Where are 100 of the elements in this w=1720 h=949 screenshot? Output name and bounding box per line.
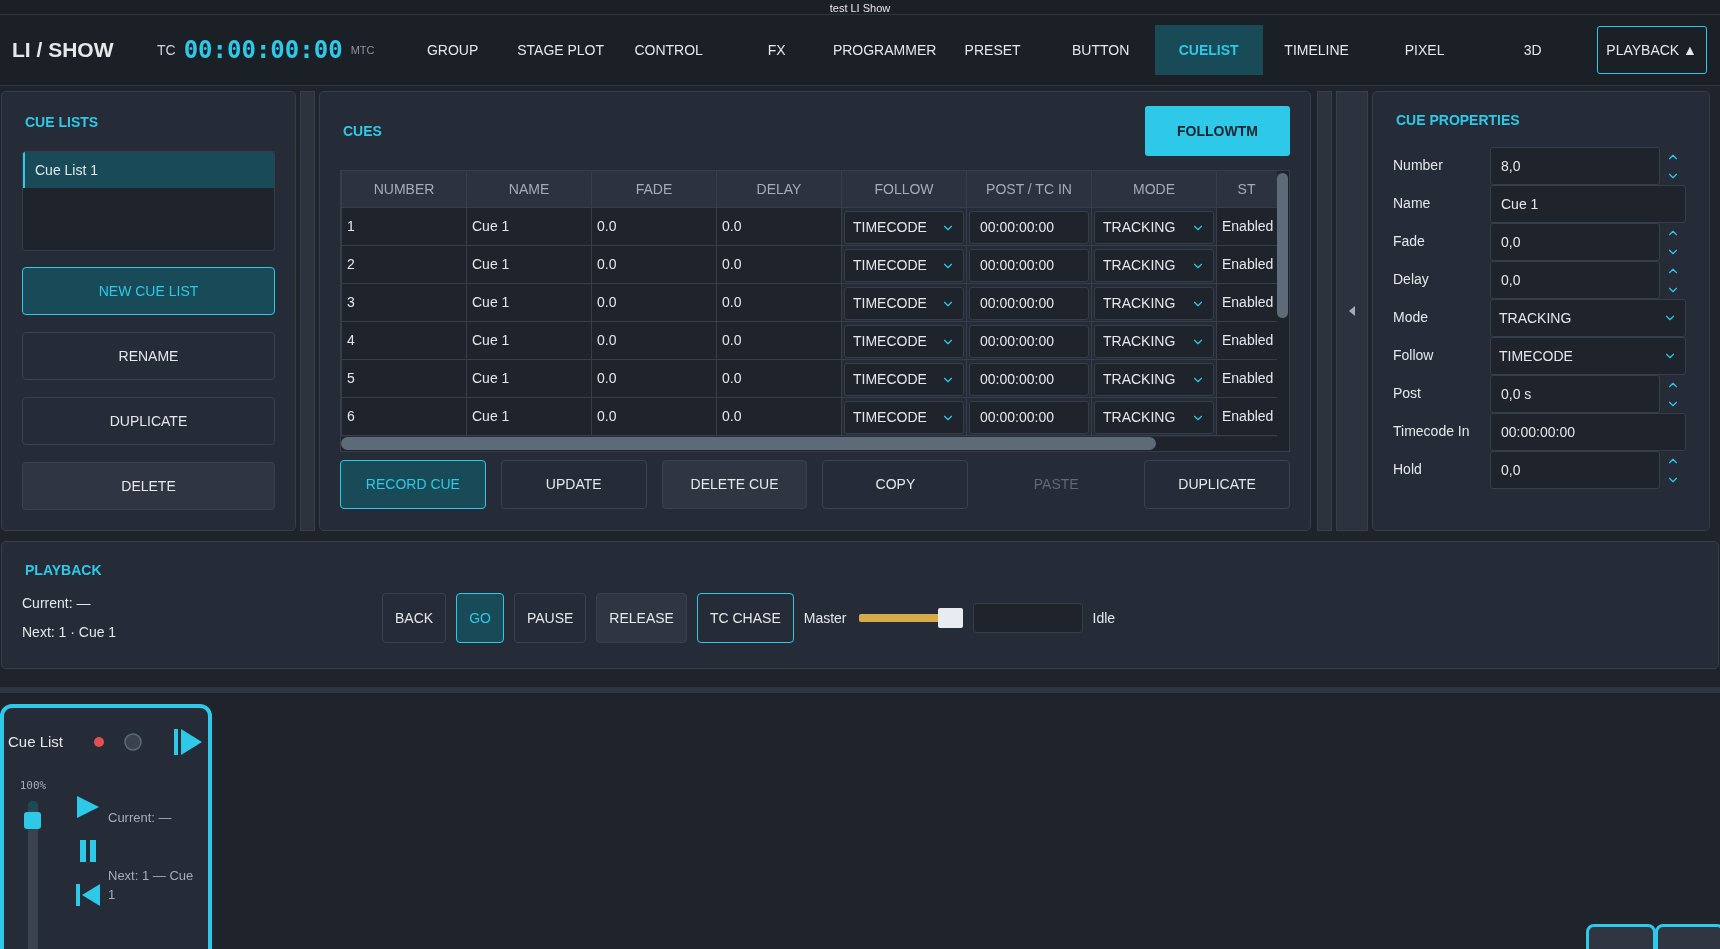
number-field[interactable]: 8,0 (1490, 147, 1660, 185)
table-cell: Enabled (1216, 208, 1277, 245)
table-cell: 1 (341, 208, 466, 245)
table-cell: 0.0 (716, 398, 841, 435)
cue-action-button[interactable]: DUPLICATE (1144, 460, 1290, 509)
cell-select[interactable]: TRACKING (1094, 211, 1214, 244)
skip-back-icon[interactable] (76, 884, 100, 906)
field-label: Follow (1393, 346, 1435, 365)
transport-button[interactable]: RELEASE (596, 593, 687, 643)
cue-list-action-button[interactable]: RENAME (22, 332, 275, 380)
field-label: Number (1393, 156, 1444, 175)
nav-tab[interactable]: GROUP (398, 25, 507, 75)
output-field[interactable] (972, 603, 1083, 633)
collapse-toggle[interactable] (1336, 91, 1368, 531)
field-label: Hold (1393, 460, 1423, 479)
nav-tab[interactable]: PROGRAMMER (830, 25, 939, 75)
cue-action-button[interactable]: UPDATE (500, 460, 647, 509)
column-header: FADE (591, 171, 716, 207)
nav-tab[interactable]: BUTTON (1046, 25, 1155, 75)
field-label: Delay (1393, 270, 1430, 289)
cell-input[interactable]: 00:00:00:00 (969, 401, 1089, 434)
nav-tab[interactable]: CONTROL (614, 25, 723, 75)
next-cue-icon[interactable] (174, 728, 202, 756)
table-cell: 0.0 (716, 360, 841, 397)
cell-select[interactable]: TIMECODE (844, 325, 964, 358)
play-icon[interactable] (77, 796, 99, 818)
playback-toggle-button[interactable]: PLAYBACK ▲ (1596, 26, 1707, 74)
table-cell: 0.0 (716, 284, 841, 321)
next-cue-text: Next: 1 · Cue 1 (22, 623, 118, 642)
table-cell: 0.0 (716, 322, 841, 359)
cell-select[interactable]: TIMECODE (844, 363, 964, 396)
field-label: Name (1393, 194, 1432, 213)
cell-input[interactable]: 00:00:00:00 (969, 325, 1089, 358)
splitter-handle[interactable] (1317, 91, 1332, 531)
horizontal-scrollbar[interactable] (341, 437, 1289, 451)
field-label: Timecode In (1393, 422, 1471, 441)
cue-list-action-button[interactable]: DUPLICATE (22, 397, 275, 445)
cell-select[interactable]: TRACKING (1094, 363, 1214, 396)
nav-tab[interactable]: CUELIST (1154, 25, 1263, 75)
cue-action-button[interactable]: RECORD CUE (340, 460, 486, 509)
splitter-handle[interactable] (300, 91, 315, 531)
text-field[interactable]: Cue 1 (1490, 185, 1686, 223)
nav-tab[interactable]: TIMELINE (1262, 25, 1371, 75)
cue-action-button[interactable]: DELETE CUE (661, 460, 808, 509)
table-cell: 0.0 (716, 208, 841, 245)
table-cell: 0.0 (591, 398, 716, 435)
number-field[interactable]: 0,0 s (1490, 375, 1660, 413)
vertical-scrollbar[interactable] (1277, 171, 1289, 437)
text-field[interactable]: 00:00:00:00 (1490, 413, 1686, 451)
nav-tab[interactable]: PRESET (938, 25, 1047, 75)
table-cell: Cue 1 (466, 284, 591, 321)
cell-select[interactable]: TIMECODE (844, 211, 964, 244)
cell-select[interactable]: TIMECODE (844, 287, 964, 320)
cell-select[interactable]: TIMECODE (844, 249, 964, 282)
cue-list-action-button[interactable]: DELETE (22, 462, 275, 510)
number-field[interactable]: 0,0 (1490, 261, 1660, 299)
cell-input[interactable]: 00:00:00:00 (969, 249, 1089, 282)
nav-tab[interactable]: PIXEL (1370, 25, 1479, 75)
cue-action-button[interactable]: COPY (822, 460, 969, 509)
cell-select[interactable]: TRACKING (1094, 287, 1214, 320)
nav-tab[interactable]: STAGE PLOT (506, 25, 615, 75)
select-field[interactable]: TRACKING (1490, 299, 1686, 337)
table-cell: 3 (341, 284, 466, 321)
cell-select[interactable]: TRACKING (1094, 325, 1214, 358)
column-header: FOLLOW (841, 171, 966, 207)
master-slider[interactable] (858, 608, 961, 628)
transport-button[interactable]: TC CHASE (696, 593, 794, 643)
transport-button[interactable]: BACK (382, 593, 447, 643)
nav-tab[interactable]: FX (722, 25, 831, 75)
cue-list-item[interactable]: Cue List 1 (23, 152, 274, 188)
transport-button[interactable]: GO (456, 593, 504, 643)
select-field[interactable]: TIMECODE (1490, 337, 1686, 375)
follow-button[interactable]: FOLLOWTM (1145, 106, 1290, 156)
transport-button[interactable]: PAUSE (513, 593, 587, 643)
tc-label: TC (157, 40, 176, 60)
cell-input[interactable]: 00:00:00:00 (969, 287, 1089, 320)
fader-value: 100% (19, 778, 47, 794)
panel-title: CUE PROPERTIES (1396, 111, 1521, 130)
table-cell: 0.0 (591, 322, 716, 359)
table-cell: Cue 1 (466, 360, 591, 397)
column-header: MODE (1091, 171, 1216, 207)
current-cue-text: Current: — (22, 594, 92, 613)
cell-select[interactable]: TIMECODE (844, 401, 964, 434)
circle-button-icon[interactable] (124, 733, 142, 751)
cell-select[interactable]: TRACKING (1094, 249, 1214, 282)
cue-list-widget[interactable]: Cue List 100% Current: — Next: 1 — Cue 1 (0, 704, 212, 949)
timecode-display: 00:00:00:00 (183, 35, 343, 66)
cue-list-action-button[interactable]: NEW CUE LIST (22, 267, 275, 315)
table-cell: 6 (341, 398, 466, 435)
cell-select[interactable]: TRACKING (1094, 401, 1214, 434)
number-field[interactable]: 0,0 (1490, 451, 1660, 489)
table-cell: Enabled (1216, 246, 1277, 283)
number-field[interactable]: 0,0 (1490, 223, 1660, 261)
table-cell: Cue 1 (466, 208, 591, 245)
cell-input[interactable]: 00:00:00:00 (969, 363, 1089, 396)
table-cell: Cue 1 (466, 322, 591, 359)
tc-source: MTC (350, 42, 376, 58)
nav-tab[interactable]: 3D (1478, 25, 1587, 75)
cell-input[interactable]: 00:00:00:00 (969, 211, 1089, 244)
pause-icon[interactable] (80, 840, 96, 862)
